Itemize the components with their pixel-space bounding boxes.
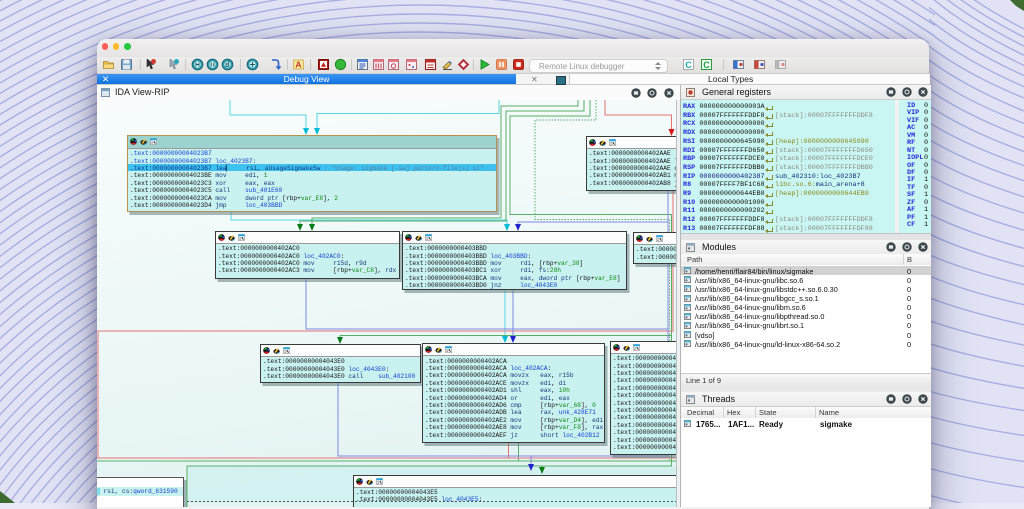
svg-text:A: A: [295, 60, 301, 70]
svg-text:C: C: [685, 60, 692, 70]
svg-text:C: C: [703, 60, 710, 70]
